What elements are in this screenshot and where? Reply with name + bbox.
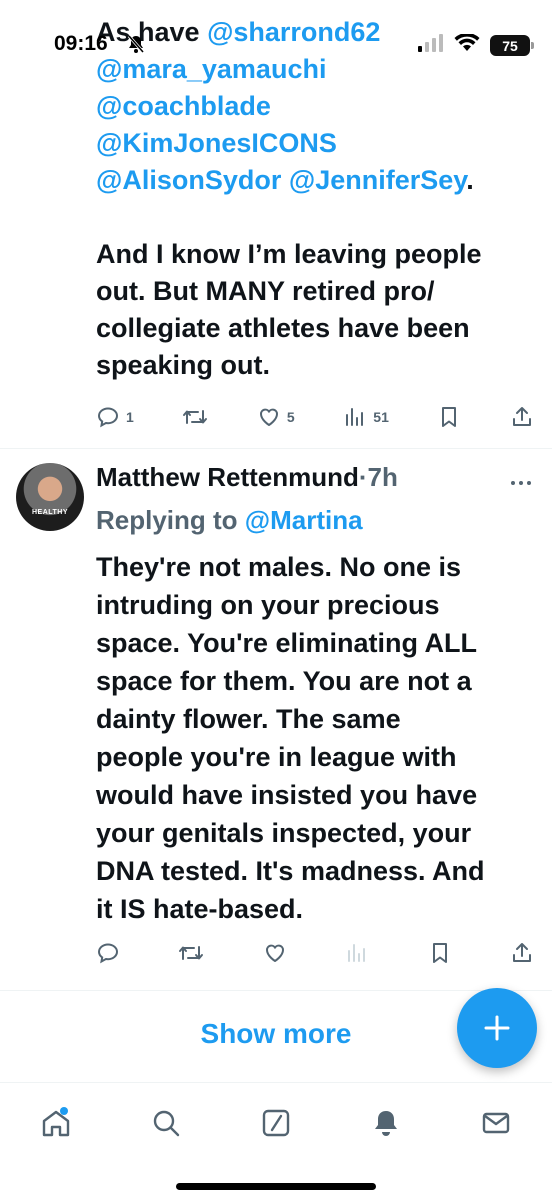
reply-icon bbox=[97, 943, 119, 964]
mention-link[interactable]: @KimJonesICONS bbox=[96, 128, 337, 158]
tweet-line: intruding on your precious bbox=[96, 590, 440, 620]
retweet-button[interactable] bbox=[178, 941, 204, 965]
replying-to: Replying to @Martina bbox=[96, 505, 363, 536]
retweet-button[interactable] bbox=[182, 405, 208, 429]
tab-notifications[interactable] bbox=[364, 1101, 408, 1145]
grok-icon bbox=[262, 1109, 290, 1137]
bookmark-icon bbox=[442, 407, 457, 427]
tweet-line: @AlisonSydor @JenniferSey. bbox=[96, 162, 534, 199]
replying-to-label: Replying to bbox=[96, 505, 245, 535]
tweet-line: dainty flower. The same bbox=[96, 704, 401, 734]
tab-home[interactable] bbox=[34, 1101, 78, 1145]
tweet-line: @coachblade bbox=[96, 88, 534, 125]
tweet-line: people you're in league with bbox=[96, 742, 457, 772]
bookmark-button[interactable] bbox=[437, 405, 461, 429]
tweet-text: . bbox=[466, 165, 474, 195]
home-indicator bbox=[176, 1183, 376, 1190]
avatar[interactable]: HEALTHY bbox=[16, 463, 84, 531]
views-icon bbox=[346, 408, 364, 426]
heart-icon bbox=[259, 408, 278, 426]
divider bbox=[0, 990, 552, 991]
reply-actions bbox=[96, 938, 534, 968]
tweet-body-top: As have @sharrond62 @mara_yamauchi @coac… bbox=[96, 14, 534, 384]
bell-muted-icon bbox=[126, 34, 146, 59]
tweet-line: space for them. You are not a bbox=[96, 666, 472, 696]
tweet-line: space. You're eliminating ALL bbox=[96, 628, 478, 658]
status-time: 09:16 bbox=[54, 32, 108, 55]
like-count: 5 bbox=[286, 409, 295, 425]
bookmark-icon bbox=[432, 943, 447, 963]
divider bbox=[0, 448, 552, 449]
reply-body: They're not males. No one is intruding o… bbox=[96, 548, 536, 928]
messages-icon bbox=[482, 1112, 510, 1134]
views-button[interactable]: 51 bbox=[343, 405, 389, 429]
reply-count: 1 bbox=[126, 409, 134, 425]
status-bar: 09:16 75 bbox=[0, 28, 552, 64]
mention-link[interactable]: @coachblade bbox=[96, 91, 271, 121]
tweet-line: They're not males. No one is bbox=[96, 552, 462, 582]
share-button[interactable] bbox=[510, 941, 534, 965]
reply-button[interactable]: 1 bbox=[96, 405, 134, 429]
tweet-line: out. But MANY retired pro/ bbox=[96, 276, 435, 306]
tweet-line: your genitals inspected, your bbox=[96, 818, 472, 848]
tab-search[interactable] bbox=[144, 1101, 188, 1145]
show-more-button[interactable]: Show more bbox=[201, 1018, 352, 1050]
tweet-line: DNA tested. It's madness. And bbox=[96, 856, 485, 886]
notifications-icon bbox=[375, 1111, 397, 1136]
bookmark-button[interactable] bbox=[428, 941, 452, 965]
like-button[interactable] bbox=[263, 941, 287, 965]
views-button[interactable] bbox=[345, 941, 369, 965]
cellular-signal-icon bbox=[418, 34, 444, 57]
tab-messages[interactable] bbox=[474, 1101, 518, 1145]
views-icon bbox=[348, 944, 366, 962]
tweet-line: would have insisted you have bbox=[96, 780, 478, 810]
tweet-line: And I know I’m leaving people bbox=[96, 239, 482, 269]
heart-icon bbox=[265, 944, 284, 962]
tweet-line: it IS hate-based. bbox=[96, 894, 304, 924]
plus-icon bbox=[484, 1015, 510, 1041]
compose-button[interactable] bbox=[457, 988, 537, 1068]
tweet-actions: 1 5 51 bbox=[96, 402, 534, 432]
view-count: 51 bbox=[373, 409, 389, 425]
tweet-line: collegiate athletes have been bbox=[96, 313, 470, 343]
share-button[interactable] bbox=[510, 405, 534, 429]
battery-indicator: 75 bbox=[490, 35, 534, 56]
mention-link[interactable]: @JenniferSey bbox=[289, 165, 466, 195]
status-right: 75 bbox=[418, 32, 534, 57]
reply-header: Matthew Rettenmund ·7h bbox=[96, 462, 398, 493]
retweet-icon bbox=[179, 946, 204, 960]
tweet-line: speaking out. bbox=[96, 350, 271, 380]
avatar-shirt-text: HEALTHY bbox=[31, 509, 69, 516]
search-icon bbox=[153, 1110, 180, 1137]
like-button[interactable]: 5 bbox=[257, 405, 295, 429]
tweet-time: ·7h bbox=[358, 462, 398, 492]
author-name[interactable]: Matthew Rettenmund bbox=[96, 462, 359, 493]
notification-dot bbox=[60, 1107, 68, 1115]
replying-to-handle[interactable]: @Martina bbox=[245, 505, 363, 535]
retweet-icon bbox=[183, 410, 208, 424]
tab-grok[interactable] bbox=[254, 1101, 298, 1145]
mention-link[interactable]: @AlisonSydor bbox=[96, 165, 281, 195]
reply-button[interactable] bbox=[96, 941, 120, 965]
share-icon bbox=[512, 407, 531, 426]
more-options-icon[interactable] bbox=[510, 470, 532, 493]
reply-icon bbox=[97, 407, 119, 428]
tweet-line: @KimJonesICONS bbox=[96, 125, 534, 162]
share-icon bbox=[512, 943, 531, 962]
wifi-icon bbox=[454, 32, 480, 57]
